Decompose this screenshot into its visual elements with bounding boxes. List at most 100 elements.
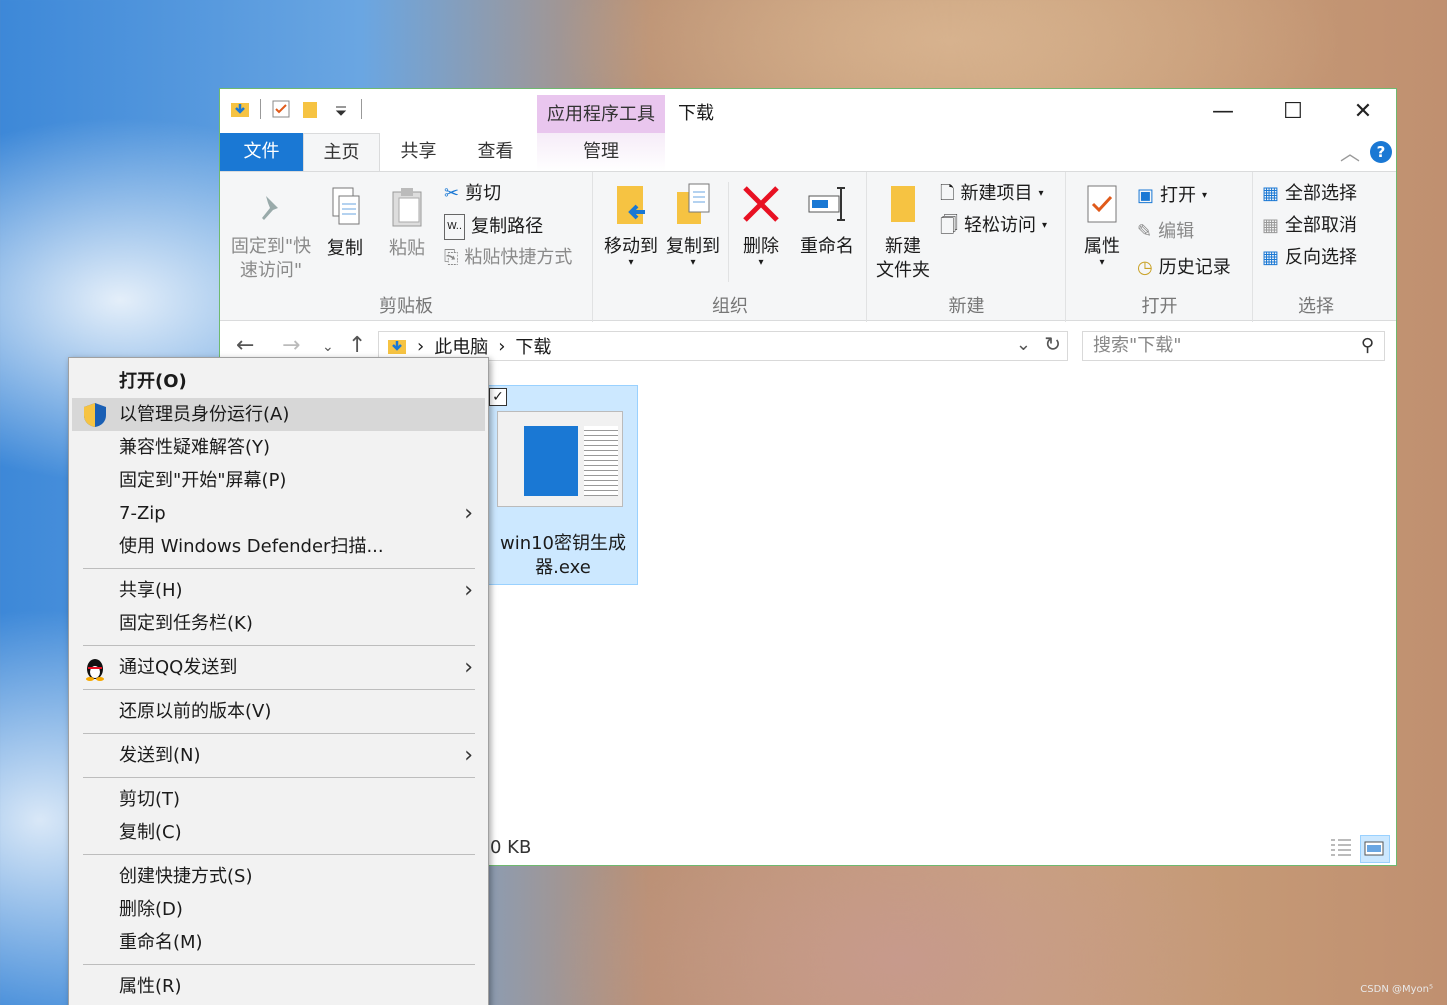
menu-item-pin-start[interactable]: 固定到"开始"屏幕(P): [72, 464, 485, 497]
new-item-label: 新建项目: [960, 183, 1033, 204]
menu-item-run-as-admin[interactable]: 以管理员身份运行(A): [72, 398, 485, 431]
download-folder-icon[interactable]: [230, 99, 250, 119]
menu-item-create-shortcut[interactable]: 创建快捷方式(S): [72, 860, 485, 893]
paste-shortcut-button[interactable]: ⎘ 粘贴快捷方式: [444, 246, 572, 270]
edit-label: 编辑: [1158, 221, 1195, 242]
menu-item-send-to[interactable]: 发送到(N) ›: [72, 739, 485, 772]
history-icon: ◷: [1137, 257, 1153, 278]
menu-item-cut[interactable]: 剪切(T): [72, 783, 485, 816]
clipboard-group: 固定到"快 速访问" 复制 粘贴 ✂ 剪切 W.. 复制路径 ⎘ 粘贴快捷方式 剪贴板: [220, 172, 593, 322]
select-none-button[interactable]: ▦ 全部取消: [1262, 214, 1357, 238]
new-folder-button[interactable]: 新建 文件夹: [872, 182, 934, 283]
select-group-label: 选择: [1298, 296, 1334, 317]
menu-item-rename[interactable]: 重命名(M): [72, 926, 485, 959]
menu-separator: [83, 777, 475, 778]
move-to-button[interactable]: 移动到 ▾: [600, 182, 662, 268]
new-folder-icon[interactable]: [301, 99, 321, 119]
title-bar: 应用程序工具 下载 — ☐ ✕: [220, 89, 1396, 133]
up-arrow-icon[interactable]: ↑: [348, 333, 366, 358]
checkbox-checked-icon[interactable]: ✓: [489, 388, 507, 406]
properties-label: 属性: [1084, 236, 1120, 257]
invert-selection-button[interactable]: ▦ 反向选择: [1262, 246, 1357, 270]
select-none-icon: ▦: [1262, 215, 1280, 236]
address-dropdown-icon[interactable]: ⌄: [1016, 334, 1031, 355]
copy-to-button[interactable]: 复制到 ▾: [662, 182, 724, 268]
search-input[interactable]: 搜索"下载" ⚲: [1082, 331, 1385, 361]
paste-shortcut-icon: ⎘: [444, 247, 459, 268]
menu-item-delete[interactable]: 删除(D): [72, 893, 485, 926]
tab-home[interactable]: 主页: [303, 133, 380, 171]
breadcrumb-downloads[interactable]: 下载: [515, 333, 551, 359]
copy-to-label: 复制到: [666, 236, 720, 257]
pin-quick-access-button[interactable]: 固定到"快 速访问": [228, 188, 314, 283]
chevron-down-icon[interactable]: [331, 99, 351, 119]
new-item-button[interactable]: 🗋 新建项目 ▾: [940, 182, 1044, 206]
search-placeholder: 搜索"下载": [1093, 335, 1182, 356]
file-name-line-1: win10密钥生成: [499, 533, 627, 554]
download-folder-icon: [388, 340, 406, 354]
menu-item-copy[interactable]: 复制(C): [72, 816, 485, 849]
details-view-icon[interactable]: [1328, 835, 1358, 863]
copy-path-icon: W..: [444, 214, 466, 240]
file-item[interactable]: ✓ win10密钥生成 器.exe: [488, 385, 638, 585]
easy-access-button[interactable]: 🗍 轻松访问 ▾: [940, 214, 1047, 238]
paste-button[interactable]: 粘贴: [382, 186, 432, 261]
cut-button[interactable]: ✂ 剪切: [444, 182, 501, 206]
breadcrumb-this-pc[interactable]: 此电脑: [434, 333, 488, 359]
tab-share[interactable]: 共享: [380, 133, 457, 171]
minimize-button[interactable]: —: [1188, 89, 1258, 133]
menu-item-pin-taskbar[interactable]: 固定到任务栏(K): [72, 607, 485, 640]
application-tools-context-tab[interactable]: 应用程序工具: [537, 95, 665, 133]
close-button[interactable]: ✕: [1328, 89, 1398, 133]
rename-button[interactable]: 重命名: [796, 182, 858, 259]
menu-item-defender-scan[interactable]: 使用 Windows Defender扫描...: [72, 530, 485, 563]
refresh-icon[interactable]: ↻: [1044, 332, 1061, 356]
copy-button[interactable]: 复制: [320, 186, 370, 261]
copy-path-label: 复制路径: [471, 216, 544, 237]
menu-item-troubleshoot[interactable]: 兼容性疑难解答(Y): [72, 431, 485, 464]
exe-thumbnail-icon: [497, 411, 623, 507]
tab-manage[interactable]: 管理: [537, 133, 665, 171]
file-name-line-2: 器.exe: [535, 557, 591, 578]
copy-path-button[interactable]: W.. 复制路径: [444, 214, 543, 240]
help-icon[interactable]: ?: [1370, 141, 1392, 163]
paste-label: 粘贴: [389, 238, 425, 259]
properties-button[interactable]: 属性 ▾: [1077, 182, 1127, 268]
window-title: 下载: [678, 103, 714, 124]
menu-item-7zip[interactable]: 7-Zip ›: [72, 497, 485, 530]
edit-button[interactable]: ✎ 编辑: [1137, 220, 1194, 244]
menu-item-qq-send[interactable]: 通过QQ发送到 ›: [72, 651, 485, 684]
menu-item-share[interactable]: 共享(H) ›: [72, 574, 485, 607]
easy-access-icon: 🗍: [940, 215, 958, 236]
select-group: ▦ 全部选择 ▦ 全部取消 ▦ 反向选择 选择: [1254, 172, 1378, 322]
tab-view[interactable]: 查看: [457, 133, 534, 171]
status-size: 0 KB: [490, 837, 532, 858]
large-icons-view-icon[interactable]: [1360, 835, 1390, 863]
menu-separator: [83, 568, 475, 569]
organize-group: 移动到 ▾ 复制到 ▾ 删除 ▾ 重命名 组织: [594, 172, 867, 322]
tab-file[interactable]: 文件: [220, 133, 303, 171]
recent-chevron-icon[interactable]: ⌄: [322, 339, 334, 355]
select-all-label: 全部选择: [1285, 183, 1358, 204]
menu-item-open[interactable]: 打开(O): [72, 365, 485, 398]
menu-item-restore-versions[interactable]: 还原以前的版本(V): [72, 695, 485, 728]
forward-arrow-icon[interactable]: →: [282, 333, 300, 358]
collapse-ribbon-icon[interactable]: ︿: [1340, 137, 1360, 166]
paste-shortcut-label: 粘贴快捷方式: [464, 247, 573, 268]
new-group-label: 新建: [948, 296, 985, 317]
ribbon-tabs: 文件 主页 共享 查看 管理 ︿ ?: [220, 133, 1396, 171]
history-button[interactable]: ◷ 历史记录: [1137, 256, 1231, 280]
context-menu: 打开(O) 以管理员身份运行(A) 兼容性疑难解答(Y) 固定到"开始"屏幕(P…: [68, 357, 489, 1005]
new-item-icon: 🗋: [940, 183, 955, 204]
properties-check-icon[interactable]: [271, 99, 291, 119]
back-arrow-icon[interactable]: ←: [236, 333, 254, 358]
delete-button[interactable]: 删除 ▾: [738, 182, 784, 268]
submenu-arrow-icon: ›: [464, 501, 473, 526]
breadcrumb-chevron-icon: ›: [498, 335, 506, 357]
menu-item-properties[interactable]: 属性(R): [72, 970, 485, 1003]
select-all-button[interactable]: ▦ 全部选择: [1262, 182, 1357, 206]
delete-x-icon: [743, 186, 779, 222]
open-button[interactable]: ▣ 打开 ▾: [1137, 184, 1207, 208]
submenu-arrow-icon: ›: [464, 743, 473, 768]
maximize-button[interactable]: ☐: [1258, 89, 1328, 133]
